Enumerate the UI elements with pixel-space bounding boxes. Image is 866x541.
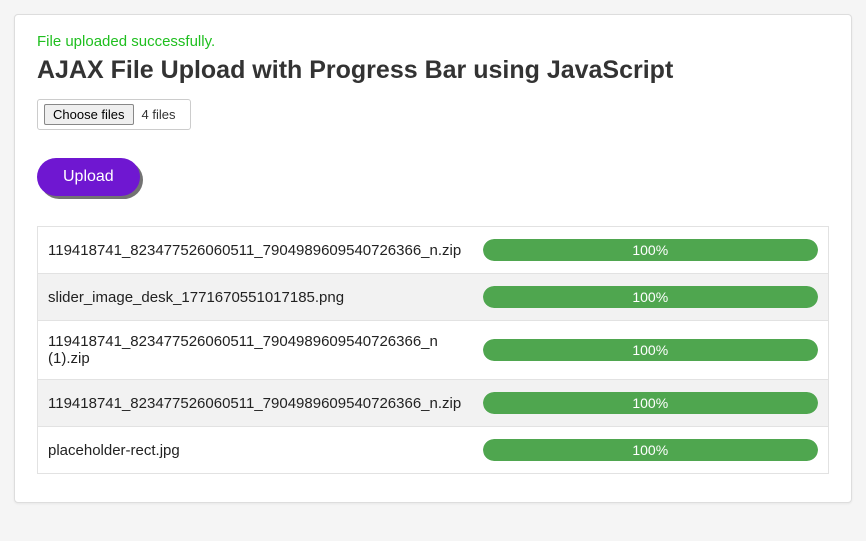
- file-progress-cell: 100%: [473, 321, 829, 380]
- choose-files-button[interactable]: Choose files: [44, 104, 134, 125]
- table-row: 119418741_823477526060511_79049896095407…: [38, 380, 829, 427]
- file-progress-cell: 100%: [473, 427, 829, 474]
- file-input[interactable]: Choose files 4 files: [37, 99, 191, 130]
- file-name: placeholder-rect.jpg: [38, 427, 473, 474]
- file-progress-cell: 100%: [473, 227, 829, 274]
- status-message: File uploaded successfully.: [37, 33, 829, 50]
- file-progress-cell: 100%: [473, 380, 829, 427]
- upload-button[interactable]: Upload: [37, 158, 140, 196]
- page-title: AJAX File Upload with Progress Bar using…: [37, 56, 829, 85]
- file-name: 119418741_823477526060511_79049896095407…: [38, 227, 473, 274]
- table-row: slider_image_desk_1771670551017185.png 10…: [38, 274, 829, 321]
- table-row: placeholder-rect.jpg 100%: [38, 427, 829, 474]
- progress-bar: 100%: [483, 239, 818, 261]
- progress-fill: 100%: [483, 339, 818, 361]
- table-row: 119418741_823477526060511_79049896095407…: [38, 321, 829, 380]
- file-name: 119418741_823477526060511_79049896095407…: [38, 380, 473, 427]
- file-progress-cell: 100%: [473, 274, 829, 321]
- progress-fill: 100%: [483, 392, 818, 414]
- upload-progress-table: 119418741_823477526060511_79049896095407…: [37, 226, 829, 474]
- file-name: slider_image_desk_1771670551017185.png: [38, 274, 473, 321]
- progress-bar: 100%: [483, 339, 818, 361]
- table-row: 119418741_823477526060511_79049896095407…: [38, 227, 829, 274]
- upload-panel: File uploaded successfully. AJAX File Up…: [14, 14, 852, 503]
- progress-bar: 100%: [483, 286, 818, 308]
- file-name: 119418741_823477526060511_79049896095407…: [38, 321, 473, 380]
- progress-fill: 100%: [483, 239, 818, 261]
- progress-fill: 100%: [483, 439, 818, 461]
- progress-bar: 100%: [483, 392, 818, 414]
- progress-fill: 100%: [483, 286, 818, 308]
- progress-bar: 100%: [483, 439, 818, 461]
- file-count-label: 4 files: [142, 107, 176, 122]
